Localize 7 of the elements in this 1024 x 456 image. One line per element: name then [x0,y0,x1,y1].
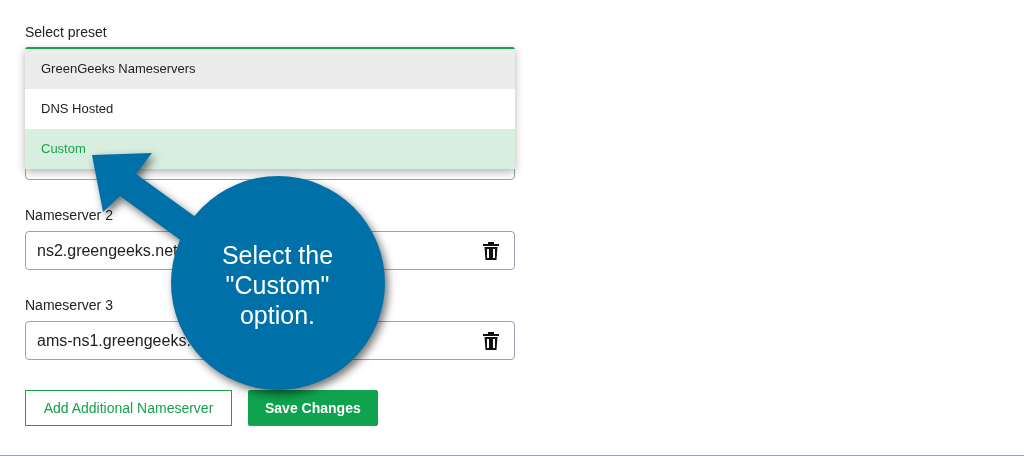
trash-icon[interactable] [483,331,499,350]
field-label: Nameserver 3 [25,297,114,313]
trash-icon[interactable] [483,241,499,260]
dropdown-option[interactable]: DNS Hosted [25,89,515,129]
dropdown-option[interactable]: GreenGeeks Nameservers [25,49,515,89]
field-label: Select preset [25,24,108,40]
field-label: Nameserver 2 [25,207,114,223]
